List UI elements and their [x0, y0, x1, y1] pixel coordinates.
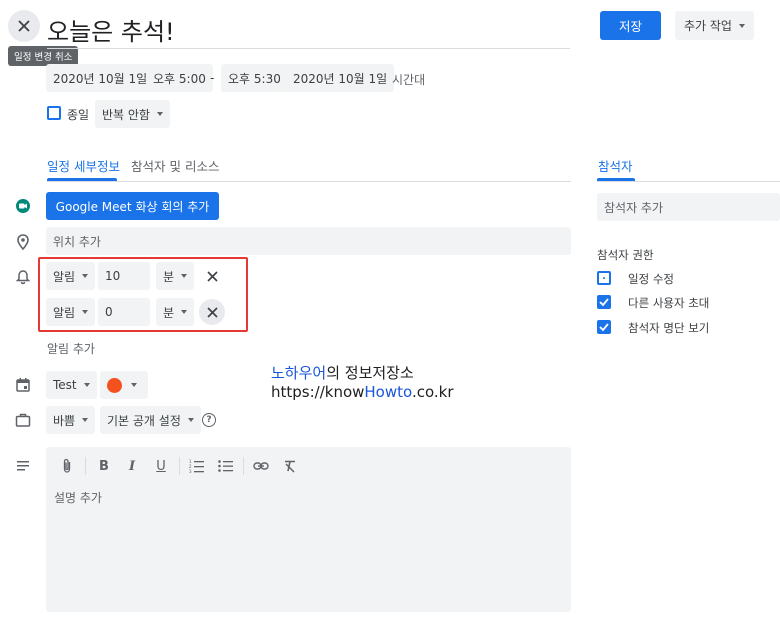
svg-text:3: 3	[189, 469, 192, 473]
end-time-button[interactable]: 오후 5:30	[221, 64, 288, 92]
underline-icon[interactable]: U	[152, 457, 170, 475]
calendar-select[interactable]: Test	[46, 371, 97, 399]
repeat-select[interactable]: 반복 안함	[95, 100, 170, 128]
notification-type-label: 알림	[53, 269, 76, 284]
permission-modify-dot	[603, 277, 605, 279]
watermark-highlight: 노하우어	[271, 364, 327, 382]
chevron-down-icon	[82, 310, 89, 314]
permission-see-list-checkbox[interactable]	[597, 320, 611, 334]
event-title-input[interactable]: 오늘은 추석!	[47, 12, 175, 47]
bulleted-list-icon[interactable]	[217, 457, 235, 475]
chevron-down-icon	[181, 274, 188, 278]
notification-unit-label: 분	[163, 269, 175, 284]
watermark-line2: https://knowHowto.co.kr	[271, 383, 454, 401]
availability-label: 바쁨	[53, 413, 76, 428]
start-date-button[interactable]: 2020년 10월 1일	[46, 64, 155, 92]
all-day-checkbox[interactable]	[47, 106, 61, 120]
description-icon	[17, 461, 29, 471]
permission-invite-label: 다른 사용자 초대	[628, 296, 710, 310]
chevron-down-icon	[187, 418, 194, 422]
add-meet-button[interactable]: Google Meet 화상 회의 추가	[46, 192, 219, 220]
bell-icon	[15, 270, 31, 285]
watermark-url-highlight: Howto	[364, 383, 412, 401]
chevron-down-icon	[82, 418, 89, 422]
timezone-link[interactable]: 시간대	[392, 71, 425, 88]
more-actions-button[interactable]: 추가 작업	[675, 11, 754, 40]
watermark-url-post: .co.kr	[411, 383, 454, 401]
add-guests-placeholder: 참석자 추가	[604, 200, 664, 215]
check-icon	[599, 323, 609, 332]
chevron-down-icon	[82, 274, 89, 278]
close-icon	[206, 306, 218, 318]
toolbar-divider	[85, 457, 86, 475]
guest-permissions-heading: 참석자 권한	[597, 248, 654, 262]
location-placeholder: 위치 추가	[53, 234, 101, 249]
watermark-text: 의 정보저장소	[326, 364, 414, 382]
time-separator: -	[210, 71, 215, 85]
chevron-down-icon	[738, 23, 745, 28]
tabs-divider	[47, 181, 571, 182]
location-pin-icon	[17, 234, 29, 251]
notification-type-select[interactable]: 알림	[46, 262, 96, 290]
tab-guests-resources[interactable]: 참석자 및 리소스	[131, 156, 219, 175]
help-icon[interactable]: ?	[202, 413, 216, 427]
chevron-down-icon	[83, 383, 90, 387]
availability-select[interactable]: 바쁨	[46, 406, 96, 434]
tab-event-details[interactable]: 일정 세부정보	[47, 156, 120, 175]
visibility-label: 기본 공개 설정	[107, 413, 181, 428]
end-date-button[interactable]: 2020년 10월 1일	[286, 64, 395, 92]
watermark-line1: 노하우어의 정보저장소	[271, 362, 414, 383]
link-icon[interactable]	[252, 457, 270, 475]
google-meet-icon	[16, 199, 30, 213]
watermark-url-pre: https://know	[271, 383, 365, 401]
guests-heading: 참석자	[598, 159, 633, 174]
close-button[interactable]	[8, 10, 40, 42]
chevron-down-icon	[131, 383, 137, 387]
remove-notification-button[interactable]	[199, 263, 225, 289]
permission-invite-checkbox[interactable]	[597, 295, 611, 309]
calendar-name: Test	[53, 378, 77, 392]
add-guests-input[interactable]: 참석자 추가	[597, 193, 780, 221]
chevron-down-icon	[181, 310, 188, 314]
bold-icon[interactable]: B	[95, 457, 113, 475]
color-select[interactable]	[100, 371, 148, 399]
description-placeholder: 설명 추가	[54, 491, 102, 505]
attachment-icon[interactable]	[58, 457, 76, 475]
toolbar-divider	[243, 457, 244, 475]
all-day-label: 종일	[67, 108, 90, 122]
guests-divider	[597, 181, 780, 182]
calendar-icon	[16, 378, 30, 392]
toolbar-divider	[179, 457, 180, 475]
title-underline	[47, 48, 570, 49]
chevron-down-icon	[156, 112, 163, 116]
permission-see-list-label: 참석자 명단 보기	[628, 321, 710, 335]
briefcase-icon	[15, 413, 31, 427]
check-icon	[599, 298, 609, 307]
notification-unit-select[interactable]: 분	[156, 298, 195, 326]
remove-notification-button[interactable]	[199, 299, 225, 325]
save-button[interactable]: 저장	[600, 11, 661, 40]
visibility-select[interactable]: 기본 공개 설정	[100, 406, 201, 434]
location-input[interactable]: 위치 추가	[46, 227, 571, 255]
close-tooltip: 일정 변경 취소	[8, 46, 79, 66]
close-icon	[206, 270, 218, 282]
add-notification-link[interactable]: 알림 추가	[47, 340, 95, 357]
clear-formatting-icon[interactable]	[281, 457, 299, 475]
notification-value-input[interactable]: 0	[98, 298, 150, 326]
numbered-list-icon[interactable]: 123	[188, 457, 206, 475]
start-time-button[interactable]: 오후 5:00	[146, 64, 213, 92]
color-swatch	[107, 377, 122, 393]
notification-type-select[interactable]: 알림	[46, 298, 96, 326]
more-actions-label: 추가 작업	[684, 19, 732, 33]
notification-value-input[interactable]: 10	[98, 262, 150, 290]
italic-icon[interactable]: I	[123, 457, 141, 475]
repeat-label: 반복 안함	[102, 107, 150, 122]
close-icon	[18, 20, 30, 32]
notification-unit-select[interactable]: 분	[156, 262, 195, 290]
notification-unit-label: 분	[163, 305, 175, 320]
permission-modify-label: 일정 수정	[628, 272, 674, 286]
notification-type-label: 알림	[53, 305, 76, 320]
